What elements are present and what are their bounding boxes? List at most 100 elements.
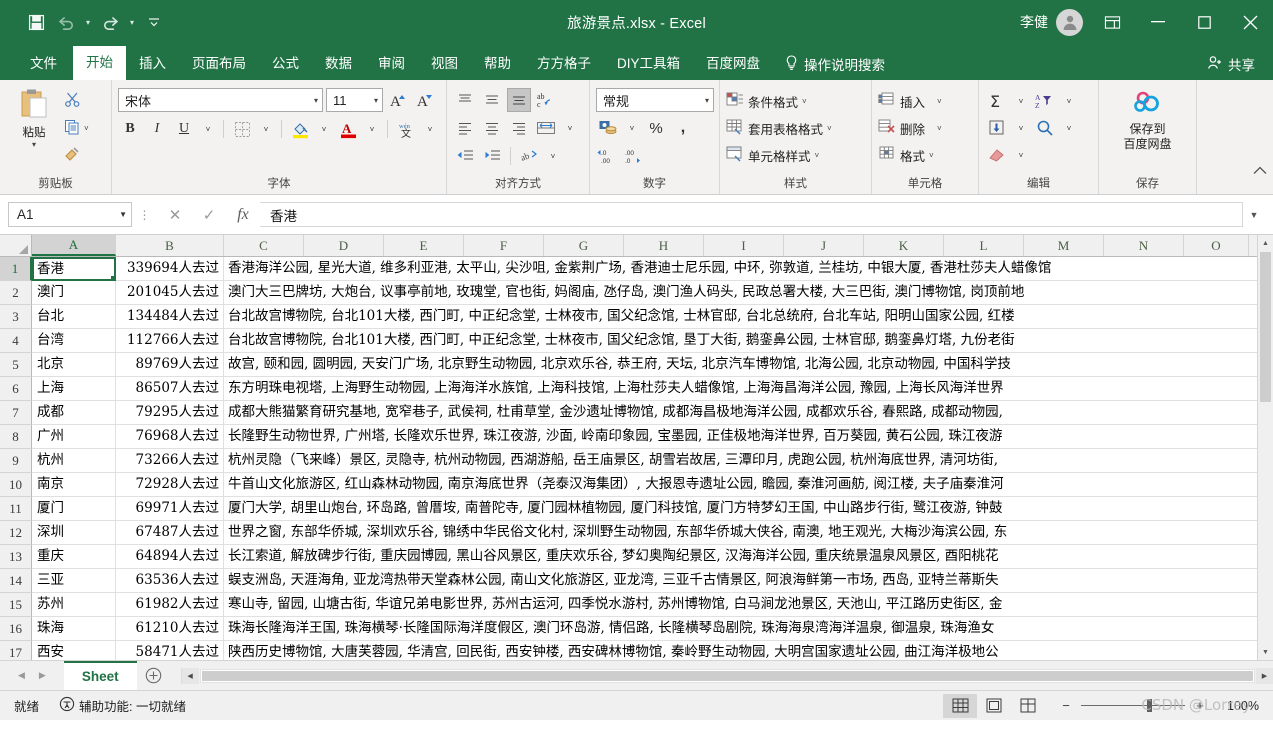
tab-diy-toolbox[interactable]: DIY工具箱	[604, 48, 693, 80]
insert-function-icon[interactable]: fx	[226, 202, 260, 228]
cell-A6[interactable]: 上海	[32, 377, 116, 401]
align-center-button[interactable]	[480, 116, 504, 140]
scroll-down-icon[interactable]: ▼	[1258, 644, 1273, 660]
cell-C6[interactable]: 东方明珠电视塔, 上海野生动物园, 上海海洋水族馆, 上海科技馆, 上海杜莎夫人…	[224, 377, 1273, 401]
cell-C5[interactable]: 故宫, 颐和园, 圆明园, 天安门广场, 北京野生动物园, 北京欢乐谷, 恭王府…	[224, 353, 1273, 377]
tab-baidu-netdisk[interactable]: 百度网盘	[693, 48, 773, 80]
save-to-baidu-netdisk-button[interactable]: 保存到 百度网盘	[1123, 90, 1172, 152]
wrap-dropdown-icon[interactable]: ˅	[544, 144, 562, 168]
column-header-O[interactable]: O	[1184, 235, 1249, 256]
cell-A7[interactable]: 成都	[32, 401, 116, 425]
accessibility-status[interactable]: 辅助功能: 一切就绪	[39, 696, 186, 715]
row-header-13[interactable]: 13	[0, 545, 32, 569]
vertical-scroll-thumb[interactable]	[1260, 252, 1271, 402]
autosum-dropdown-icon[interactable]: ˅	[1012, 89, 1030, 113]
sheet-tab-sheet[interactable]: Sheet	[63, 661, 137, 690]
format-cells-button[interactable]: 格式 ˅	[878, 143, 934, 167]
cell-C10[interactable]: 牛首山文化旅游区, 红山森林动物园, 南京海底世界（尧泰汉海集团）, 大报恩寺遗…	[224, 473, 1273, 497]
comma-style-button[interactable]: ,	[671, 116, 695, 140]
add-sheet-icon[interactable]	[137, 661, 171, 691]
ribbon-display-options-icon[interactable]	[1089, 15, 1135, 30]
cell-A2[interactable]: 澳门	[32, 281, 116, 305]
zoom-slider-thumb[interactable]	[1146, 699, 1152, 712]
cell-C9[interactable]: 杭州灵隐（飞来峰）景区, 灵隐寺, 杭州动物园, 西湖游船, 岳王庙景区, 胡雪…	[224, 449, 1273, 473]
chevron-down-icon[interactable]: ˅	[802, 97, 807, 106]
format-as-table-button[interactable]: 套用表格格式 ˅	[726, 116, 832, 140]
row-header-10[interactable]: 10	[0, 473, 32, 497]
tab-home[interactable]: 开始	[73, 46, 126, 80]
undo-icon[interactable]	[52, 8, 80, 36]
row-header-7[interactable]: 7	[0, 401, 32, 425]
number-format-combo[interactable]: 常规 ▾	[596, 88, 714, 112]
align-middle-button[interactable]	[480, 88, 504, 112]
cell-B11[interactable]: 69971人去过	[116, 497, 224, 521]
zoom-percentage[interactable]: 100%	[1215, 699, 1259, 713]
delete-cells-button[interactable]: 删除 ˅	[878, 116, 942, 140]
cell-B7[interactable]: 79295人去过	[116, 401, 224, 425]
fill-dropdown-icon[interactable]: ˅	[1012, 116, 1030, 140]
find-select-button[interactable]	[1033, 116, 1057, 140]
cell-B6[interactable]: 86507人去过	[116, 377, 224, 401]
row-header-6[interactable]: 6	[0, 377, 32, 401]
cell-C13[interactable]: 长江索道, 解放碑步行街, 重庆园博园, 黑山谷风景区, 重庆欢乐谷, 梦幻奥陶…	[224, 545, 1273, 569]
cell-A9[interactable]: 杭州	[32, 449, 116, 473]
tab-review[interactable]: 审阅	[365, 48, 418, 80]
cell-B16[interactable]: 61210人去过	[116, 617, 224, 641]
next-sheet-icon[interactable]: ▶	[39, 670, 46, 681]
chevron-down-icon[interactable]: ▼	[119, 210, 127, 219]
close-button[interactable]	[1227, 0, 1273, 44]
merge-dropdown-icon[interactable]: ˅	[561, 116, 579, 140]
column-header-H[interactable]: H	[624, 235, 704, 256]
zoom-control[interactable]: − + 100%	[1045, 698, 1259, 713]
row-header-8[interactable]: 8	[0, 425, 32, 449]
font-color-dropdown-icon[interactable]: ˅	[363, 117, 381, 141]
borders-button[interactable]	[230, 117, 254, 141]
cell-A12[interactable]: 深圳	[32, 521, 116, 545]
cell-B14[interactable]: 63536人去过	[116, 569, 224, 593]
font-name-combo[interactable]: 宋体 ▾	[118, 88, 323, 112]
phonetic-guide-button[interactable]: wén 文	[394, 117, 418, 141]
confirm-entry-icon[interactable]: ✓	[192, 202, 226, 228]
format-painter-button[interactable]	[64, 144, 89, 166]
cell-B15[interactable]: 61982人去过	[116, 593, 224, 617]
row-header-14[interactable]: 14	[0, 569, 32, 593]
fill-button[interactable]	[985, 116, 1009, 140]
decrease-indent-button[interactable]	[453, 144, 477, 168]
fill-color-dropdown-icon[interactable]: ˅	[315, 117, 333, 141]
column-header-M[interactable]: M	[1024, 235, 1104, 256]
row-header-15[interactable]: 15	[0, 593, 32, 617]
collapse-ribbon-icon[interactable]	[1253, 166, 1267, 178]
tab-formulas[interactable]: 公式	[259, 48, 312, 80]
row-header-5[interactable]: 5	[0, 353, 32, 377]
previous-sheet-icon[interactable]: ◀	[18, 670, 25, 681]
phonetic-dropdown-icon[interactable]: ˅	[421, 117, 439, 141]
cell-B5[interactable]: 89769人去过	[116, 353, 224, 377]
cell-B12[interactable]: 67487人去过	[116, 521, 224, 545]
accounting-dropdown-icon[interactable]: ˅	[623, 116, 641, 140]
expand-formula-bar-icon[interactable]: ▼	[1243, 210, 1265, 220]
column-header-K[interactable]: K	[864, 235, 944, 256]
paste-button[interactable]: 粘贴 ▾	[6, 86, 62, 149]
normal-view-button[interactable]	[943, 693, 977, 718]
cell-A10[interactable]: 南京	[32, 473, 116, 497]
chevron-down-icon[interactable]: ˅	[929, 151, 934, 160]
row-header-12[interactable]: 12	[0, 521, 32, 545]
font-color-button[interactable]: A	[336, 117, 360, 141]
cell-styles-button[interactable]: 单元格样式 ˅	[726, 143, 819, 167]
cell-A8[interactable]: 广州	[32, 425, 116, 449]
shrink-font-button[interactable]: A	[413, 88, 437, 112]
cell-B10[interactable]: 72928人去过	[116, 473, 224, 497]
column-header-F[interactable]: F	[464, 235, 544, 256]
row-header-3[interactable]: 3	[0, 305, 32, 329]
scroll-right-icon[interactable]: ▶	[1256, 667, 1273, 684]
save-icon[interactable]	[22, 8, 50, 36]
cell-C8[interactable]: 长隆野生动物世界, 广州塔, 长隆欢乐世界, 珠江夜游, 沙面, 岭南印象园, …	[224, 425, 1273, 449]
cell-B17[interactable]: 58471人去过	[116, 641, 224, 660]
cell-C2[interactable]: 澳门大三巴牌坊, 大炮台, 议事亭前地, 玫瑰堂, 官也街, 妈阁庙, 氹仔岛,…	[224, 281, 1273, 305]
cell-B2[interactable]: 201045人去过	[116, 281, 224, 305]
align-top-button[interactable]	[453, 88, 477, 112]
sort-filter-dropdown-icon[interactable]: ˅	[1060, 89, 1078, 113]
align-right-button[interactable]	[507, 116, 531, 140]
borders-dropdown-icon[interactable]: ˅	[257, 117, 275, 141]
cell-C16[interactable]: 珠海长隆海洋王国, 珠海横琴·长隆国际海洋度假区, 澳门环岛游, 情侣路, 长隆…	[224, 617, 1273, 641]
